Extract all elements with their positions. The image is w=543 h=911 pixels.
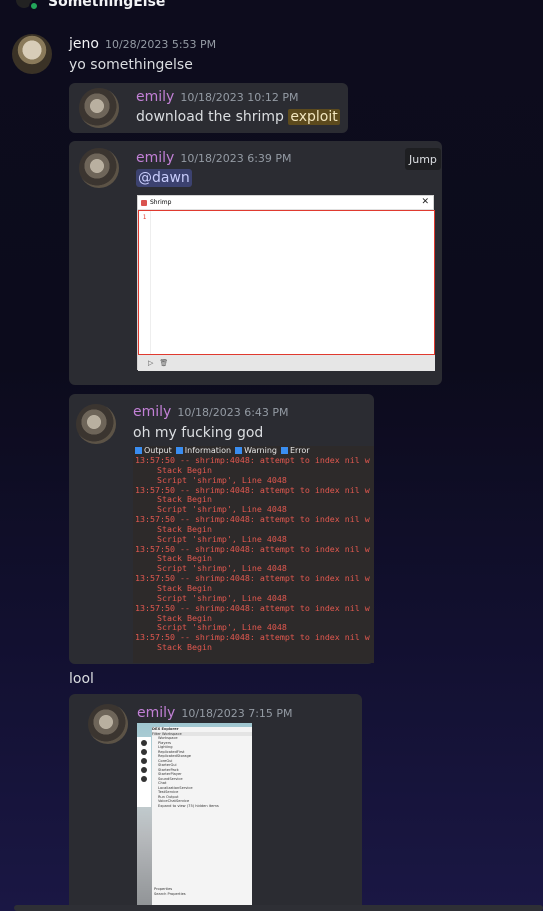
window-title: Shrimp	[150, 199, 172, 206]
author-name[interactable]: emily	[136, 89, 174, 105]
forwarded-message[interactable]: emily 10/18/2023 10:12 PM download the s…	[69, 83, 348, 133]
shrimp-logo-icon	[141, 199, 147, 206]
author-name[interactable]: jeno	[69, 36, 99, 52]
avatar[interactable]	[79, 148, 119, 188]
sidebar-icon	[141, 758, 147, 764]
explorer-sidebar	[137, 737, 151, 807]
image-attachment[interactable]: DEX Explorer Filter Workspace Workspace P…	[137, 723, 252, 911]
message-text-plain: download the shrimp	[136, 109, 289, 125]
sidebar-icon	[141, 776, 147, 782]
checkbox-icon	[135, 447, 142, 455]
properties-label: Properties	[154, 887, 173, 891]
server-name[interactable]: SomethingElse	[48, 0, 165, 10]
sidebar-icon	[141, 749, 147, 755]
message-header: emily 10/18/2023 7:15 PM	[137, 705, 293, 721]
message-text: @dawn	[136, 169, 192, 187]
message-header: emily 10/18/2023 10:12 PM	[136, 89, 299, 105]
sidebar-icon	[141, 767, 147, 773]
horizontal-scrollbar[interactable]	[14, 905, 543, 911]
avatar[interactable]	[12, 34, 52, 74]
explorer-item: Expand to view (75) hidden items	[158, 803, 219, 808]
jump-button[interactable]: Jump	[405, 148, 441, 170]
image-attachment[interactable]: Shrimp ✕ 1 ▷ 🗑	[137, 195, 435, 371]
message-text: oh my fucking god	[133, 425, 264, 441]
message-text: yo somethingelse	[69, 57, 193, 73]
play-icon: ▷	[148, 359, 154, 367]
editor-toolbar: ▷ 🗑	[138, 355, 435, 371]
avatar[interactable]	[79, 88, 119, 128]
image-attachment[interactable]: Output Information Warning Error 13:57:5…	[133, 446, 374, 663]
avatar[interactable]	[88, 704, 128, 744]
author-name[interactable]: emily	[133, 404, 171, 420]
checkbox-icon	[175, 447, 183, 455]
output-log: 13:57:50 -- shrimp:4048: attempt to inde…	[133, 455, 374, 653]
message-timestamp: 10/18/2023 10:12 PM	[180, 91, 299, 104]
properties-search: Search Properties	[154, 892, 186, 896]
search-highlight: exploit	[288, 109, 340, 125]
explorer-tree: Workspace Players Lighting ReplicatedFirst R…	[152, 736, 252, 808]
message-timestamp: 10/18/2023 6:43 PM	[177, 406, 289, 419]
message-header: jeno 10/28/2023 5:53 PM	[69, 36, 216, 52]
avatar[interactable]	[76, 404, 116, 444]
author-name[interactable]: emily	[136, 150, 174, 166]
explorer-panel: DEX Explorer Filter Workspace Workspace P…	[152, 727, 252, 911]
line-number: 1	[139, 211, 151, 354]
code-editor: 1	[138, 210, 435, 355]
message-header: emily 10/18/2023 6:39 PM	[136, 150, 292, 166]
message-timestamp: 10/18/2023 7:15 PM	[181, 707, 293, 720]
message-text: lool	[69, 671, 94, 687]
sidebar-icon	[141, 740, 147, 746]
message-timestamp: 10/28/2023 5:53 PM	[104, 38, 217, 51]
message-header: emily 10/18/2023 6:43 PM	[133, 404, 289, 420]
checkbox-icon	[281, 447, 288, 455]
online-status-icon	[29, 1, 39, 11]
author-name[interactable]: emily	[137, 705, 175, 721]
close-icon: ✕	[421, 197, 429, 207]
message-timestamp: 10/18/2023 6:39 PM	[180, 152, 292, 165]
log-line: Stack Begin	[157, 642, 212, 653]
message-text: download the shrimp exploit	[136, 109, 340, 125]
user-mention[interactable]: @dawn	[136, 169, 192, 187]
checkbox-icon	[235, 447, 243, 455]
window-titlebar: Shrimp ✕	[138, 196, 433, 210]
trash-icon: 🗑	[159, 359, 169, 367]
